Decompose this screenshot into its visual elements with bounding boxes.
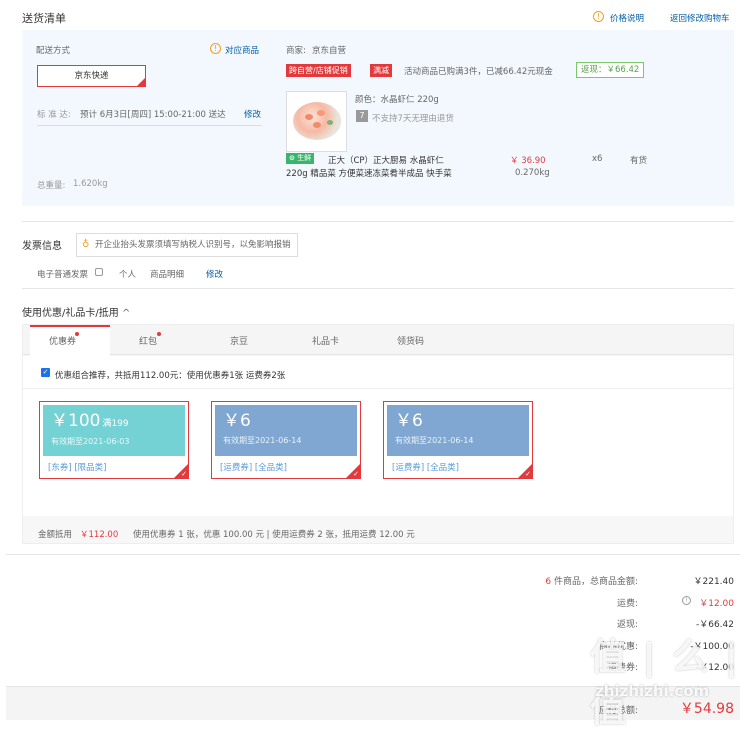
invoice-type: 电子普通发票 — [37, 270, 89, 280]
coupon-section-title-text: 使用优惠/礼品卡/抵用 — [22, 308, 119, 319]
info-icon[interactable]: ! — [682, 596, 691, 605]
standard-delivery-label: 标 准 达: — [37, 110, 71, 120]
coupon-summary-prefix: 金额抵用 — [38, 530, 73, 540]
seller-label: 商家: — [286, 46, 306, 56]
watermark-url: zhizhizhi.com — [595, 682, 710, 700]
coupon-section-title[interactable]: 使用优惠/礼品卡/抵用 ^ — [22, 304, 130, 319]
promo-tag-store: 跨自营/店铺促销 — [286, 64, 351, 77]
coupon-face: ￥6 有效期至2021-06-14 — [387, 405, 529, 456]
coupon-tags: [运费券] [全品类] — [392, 463, 459, 473]
tab-jd-beans[interactable]: 京豆 — [230, 334, 248, 347]
recommend-checkbox[interactable]: ✓ — [41, 368, 50, 377]
recommend-text: 优惠组合推荐，共抵用112.00元：使用优惠券1张 运费券2张 — [55, 371, 286, 381]
product-weight: 0.270kg — [515, 168, 550, 178]
invoice-detail: 商品明细 — [150, 270, 185, 280]
product-image[interactable] — [286, 91, 347, 152]
coupon-expiry: 有效期至2021-06-14 — [395, 436, 474, 445]
promo-text: 活动商品已购满3件，已减66.42元现金 — [404, 67, 553, 77]
modify-delivery-link[interactable]: 修改 — [244, 108, 261, 120]
price-note-link[interactable]: 价格说明 — [610, 12, 644, 24]
invoice-title: 发票信息 — [22, 241, 62, 252]
total-weight-label: 总重量: — [37, 181, 66, 191]
shipping-panel: 配送方式 ! 对应商品 京东快递 标 准 达: 预计 6月3日[周四] 15:0… — [22, 30, 734, 206]
divider — [37, 125, 262, 126]
red-dot-icon — [157, 332, 161, 336]
coupon-summary-amount: ￥112.00 — [80, 530, 119, 540]
tab-gift-card[interactable]: 礼品卡 — [312, 334, 339, 347]
product-color: 颜色：水晶虾仁 220g — [355, 95, 439, 105]
coupon-face: ￥6 有效期至2021-06-14 — [215, 405, 357, 456]
check-icon: ✓ — [181, 470, 187, 478]
total-count-label: 6 件商品，总商品金额: — [538, 574, 638, 587]
product-quantity: x6 — [592, 154, 603, 164]
check-icon: ✓ — [353, 470, 359, 478]
fresh-tag: ⊙ 生鲜 — [286, 153, 315, 164]
standard-delivery-value: 预计 6月3日[周四] 15:00-21:00 送达 — [80, 110, 226, 120]
back-to-cart-link[interactable]: 返回修改购物车 — [670, 12, 730, 24]
freight-value: ￥12.00 — [699, 599, 734, 609]
coupon-tags: [运费券] [全品类] — [220, 463, 287, 473]
invoice-tip-box: ♁ 开企业抬头发票须填写纳税人识别号，以免影响报销 — [76, 233, 298, 257]
lightbulb-icon: ♁ — [82, 239, 90, 250]
product-stock: 有货 — [630, 156, 648, 166]
invoice-modify-link[interactable]: 修改 — [206, 268, 223, 280]
product-name-line1[interactable]: 正大（CP）正大厨易 水晶虾仁 — [328, 154, 444, 166]
invoice-tip-text: 开企业抬头发票须填写纳税人识别号，以免影响报销 — [95, 240, 291, 250]
tab-coupon[interactable]: 优惠券 — [49, 334, 76, 347]
info-icon: ! — [210, 43, 221, 54]
fresh-tag-label: 生鲜 — [297, 154, 312, 162]
coupon-amount: ￥6 — [223, 411, 251, 431]
red-dot-icon — [75, 332, 79, 336]
divider — [6, 554, 740, 555]
check-icon: ✓ — [525, 470, 531, 478]
tab-claim-code[interactable]: 领货码 — [397, 334, 424, 347]
shipping-option-jd-express[interactable]: 京东快递 — [37, 65, 146, 87]
chevron-up-icon: ^ — [121, 308, 131, 319]
total-weight-value: 1.620kg — [73, 179, 108, 189]
selected-corner-icon — [137, 78, 145, 86]
promo-tag-full-reduction: 满减 — [370, 64, 392, 77]
freight-label: 运费: — [616, 599, 638, 609]
coupon-face: ￥100 满199 有效期至2021-06-03 — [43, 405, 185, 456]
coupon-tags: [东券] [限品类] — [48, 463, 107, 473]
coupon-expiry: 有效期至2021-06-14 — [223, 436, 302, 445]
warning-icon: ! — [593, 11, 604, 22]
section-title-delivery: 送货清单 — [22, 12, 66, 25]
question-icon[interactable] — [95, 268, 103, 276]
total-count-text: 件商品，总商品金额: — [553, 577, 638, 587]
store-panel: 商家: 京东自营 跨自营/店铺促销 满减 活动商品已购满3件，已减66.42元现… — [272, 30, 734, 206]
coupon-summary-text: 使用优惠券 1 张，优惠 100.00 元 | 使用运费券 2 张，抵用运费 1… — [133, 530, 415, 540]
shipping-method-label: 配送方式 — [36, 46, 71, 56]
no-return-icon: 7 — [356, 110, 368, 122]
coupon-tabs — [23, 325, 733, 355]
invoice-person: 个人 — [119, 270, 137, 280]
coupon-amount: ￥6 — [395, 411, 423, 431]
coupon-amount: ￥100 — [51, 411, 101, 431]
coupon-condition: 满199 — [102, 419, 129, 429]
product-price: ￥ 36.90 — [510, 156, 546, 166]
coupon-card[interactable]: ￥6 有效期至2021-06-14 [运费券] [全品类] ✓ — [383, 401, 533, 479]
product-name-line2[interactable]: 220g 精品菜 方便菜速冻菜肴半成品 快手菜 — [286, 167, 452, 179]
coupon-expiry: 有效期至2021-06-03 — [51, 437, 130, 446]
coupon-card[interactable]: ￥100 满199 有效期至2021-06-03 [东券] [限品类] ✓ — [39, 401, 189, 479]
total-count: 6 — [545, 577, 552, 587]
divider — [22, 288, 734, 289]
seller-value: 京东自营 — [312, 46, 347, 56]
no-return-text: 不支持7天无理由退货 — [372, 114, 454, 124]
goods-total: ￥221.40 — [693, 577, 735, 587]
rebate-badge: 返现：￥66.42 — [576, 62, 645, 78]
shrimp-dish-icon — [293, 102, 341, 140]
watermark-logo: 值 | 么 | 值 — [590, 637, 740, 730]
shipping-method-panel: 配送方式 ! 对应商品 京东快递 标 准 达: 预计 6月3日[周四] 15:0… — [22, 30, 272, 206]
shipping-option-label: 京东快递 — [74, 71, 109, 81]
divider — [23, 388, 733, 389]
coupon-card[interactable]: ￥6 有效期至2021-06-14 [运费券] [全品类] ✓ — [211, 401, 361, 479]
match-goods-link[interactable]: 对应商品 — [225, 44, 259, 56]
tab-red-packet[interactable]: 红包 — [139, 334, 157, 347]
divider — [22, 221, 734, 222]
